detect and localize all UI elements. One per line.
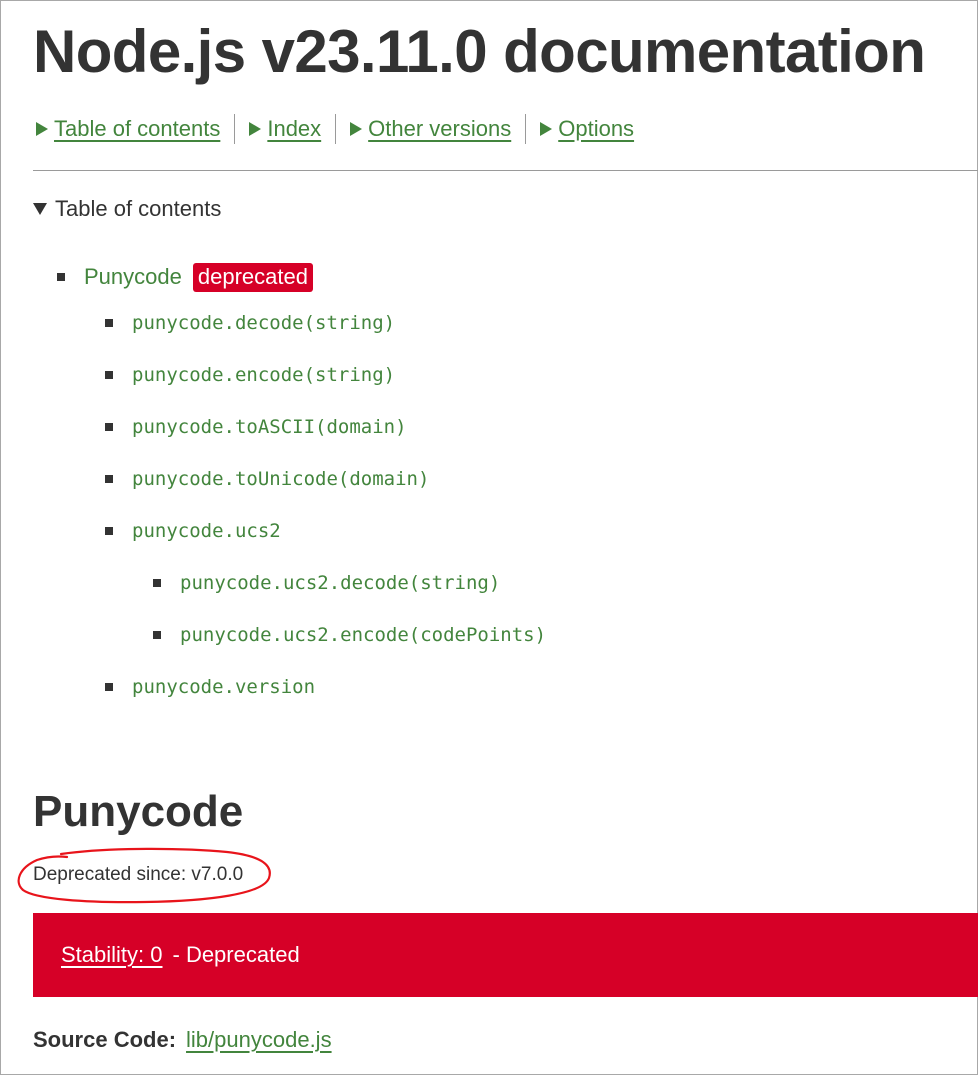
bullet-icon: [105, 319, 113, 327]
toc-item: punycode.ucs2.encode(codePoints): [153, 622, 546, 648]
bullet-icon: [153, 631, 161, 639]
nav-label: Other versions: [368, 116, 512, 141]
toc-link-ucs2[interactable]: punycode.ucs2: [132, 520, 281, 542]
triangle-right-icon: [249, 122, 262, 136]
source-code-line: Source Code: lib/punycode.js: [33, 1027, 332, 1053]
header-divider: [33, 170, 978, 171]
nav-label: Index: [267, 116, 322, 141]
toc-item: punycode.decode(string): [105, 310, 395, 336]
toc-link-version[interactable]: punycode.version: [132, 676, 315, 698]
nav-divider: [335, 114, 337, 144]
toc-item: punycode.version: [105, 674, 315, 700]
toc-link-tounicode[interactable]: punycode.toUnicode(domain): [132, 468, 429, 490]
bullet-icon: [105, 371, 113, 379]
nav-table-of-contents[interactable]: Table of contents: [36, 116, 220, 142]
triangle-right-icon: [36, 122, 48, 136]
triangle-down-icon: [33, 203, 47, 215]
toc-item: punycode.ucs2.decode(string): [153, 570, 500, 596]
nav-label: Table of contents: [54, 116, 221, 141]
stability-banner: Stability: 0 - Deprecated: [33, 913, 978, 997]
page-title: Node.js v23.11.0 documentation: [33, 18, 926, 85]
toc-link-decode[interactable]: punycode.decode(string): [132, 312, 395, 334]
toc-item: punycode.toUnicode(domain): [105, 466, 429, 492]
bullet-icon: [105, 683, 113, 691]
nav-index[interactable]: Index: [249, 116, 321, 142]
toc-item: punycode.toASCII(domain): [105, 414, 407, 440]
nav-divider: [525, 114, 527, 144]
nav-divider: [234, 114, 236, 144]
source-code-label: Source Code:: [33, 1027, 177, 1052]
toc-link-ucs2-encode[interactable]: punycode.ucs2.encode(codePoints): [180, 624, 546, 646]
toc-item: punycode.ucs2: [105, 518, 281, 544]
source-code-link[interactable]: lib/punycode.js: [186, 1027, 332, 1053]
nav-other-versions[interactable]: Other versions: [350, 116, 511, 142]
toc-link-encode[interactable]: punycode.encode(string): [132, 364, 395, 386]
nav-options[interactable]: Options: [540, 116, 634, 142]
triangle-right-icon: [540, 122, 553, 136]
toc-summary-toggle[interactable]: Table of contents: [33, 196, 221, 222]
toc-link-toascii[interactable]: punycode.toASCII(domain): [132, 416, 407, 438]
stability-link[interactable]: Stability: 0: [61, 942, 163, 968]
deprecated-since-label: Deprecated since: v7.0.0: [33, 864, 244, 885]
bullet-icon: [153, 579, 161, 587]
toc-link-punycode[interactable]: Punycode: [84, 264, 182, 290]
bullet-icon: [105, 527, 113, 535]
bullet-icon: [57, 273, 65, 281]
toc-summary-label: Table of contents: [55, 196, 222, 221]
toc-item-punycode: Punycode deprecated: [57, 262, 313, 292]
toc-link-ucs2-decode[interactable]: punycode.ucs2.decode(string): [180, 572, 500, 594]
toc-item: punycode.encode(string): [105, 362, 395, 388]
triangle-right-icon: [350, 122, 363, 136]
section-heading: Punycode: [33, 787, 244, 836]
bullet-icon: [105, 475, 113, 483]
nav-label: Options: [558, 116, 635, 141]
stability-text: - Deprecated: [172, 942, 300, 967]
bullet-icon: [105, 423, 113, 431]
top-nav: Table of contents Index Other versions O…: [36, 113, 634, 145]
deprecated-badge: deprecated: [192, 262, 313, 292]
